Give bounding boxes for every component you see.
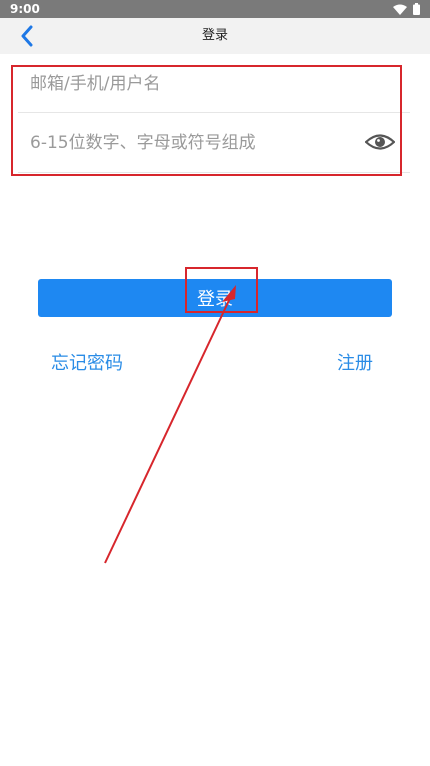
status-bar: 9:00	[0, 0, 430, 18]
username-field	[18, 56, 410, 113]
status-time: 9:00	[10, 2, 40, 16]
toggle-password-visibility-button[interactable]	[364, 130, 396, 154]
forgot-password-link[interactable]: 忘记密码	[51, 352, 123, 376]
username-input[interactable]	[30, 56, 360, 112]
status-icons	[393, 3, 420, 15]
login-button[interactable]: 登录	[38, 279, 392, 317]
wifi-icon	[393, 4, 407, 15]
password-field	[18, 114, 410, 173]
eye-icon	[365, 134, 395, 150]
battery-icon	[413, 3, 420, 15]
navigation-bar: 登录	[0, 18, 430, 54]
annotation-arrow-line	[104, 293, 233, 564]
page-title: 登录	[201, 28, 228, 43]
register-link[interactable]: 注册	[337, 352, 373, 376]
password-input[interactable]	[30, 114, 360, 172]
